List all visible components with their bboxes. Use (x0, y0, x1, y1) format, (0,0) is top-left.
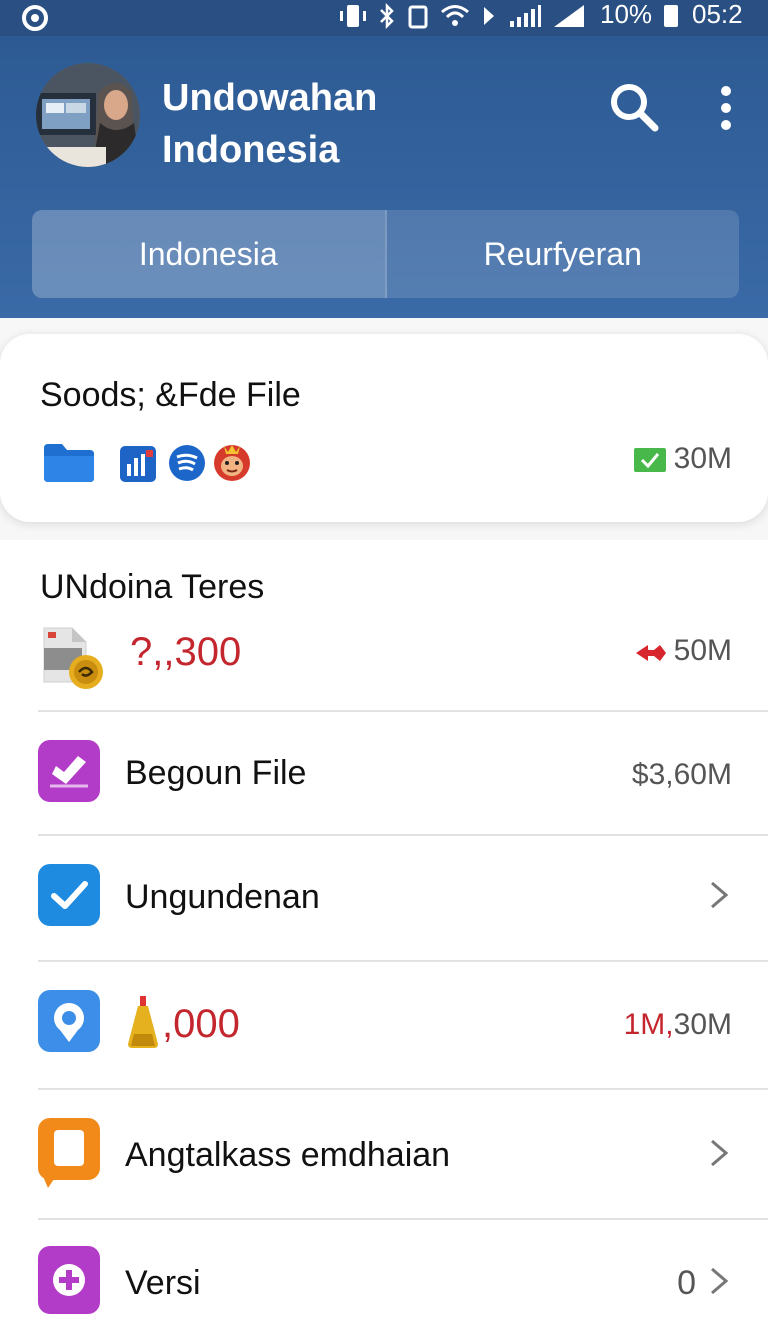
wifi-icon (440, 3, 470, 34)
card-title: Soods; &Fde File (40, 376, 301, 414)
record-icon (22, 5, 48, 31)
document-coin-icon (42, 626, 104, 692)
data-icon (480, 3, 498, 34)
check-mail-icon (634, 448, 666, 472)
spotify-icon (168, 444, 206, 482)
file-size: 30M (673, 442, 732, 475)
bottle-icon (124, 994, 162, 1050)
red-arrow-icon (634, 642, 668, 664)
list-item-angtalkass[interactable]: Angtalkass emdhaian (0, 1090, 768, 1218)
title-line-2: Indonesia (162, 129, 340, 171)
edit-icon (38, 740, 100, 802)
title-line-1: Undowahan (162, 77, 378, 119)
row-value-size: 30M (673, 1008, 732, 1041)
rotate-icon (406, 3, 430, 34)
maps-icon (38, 990, 100, 1052)
plus-icon (38, 1246, 100, 1314)
row-label: Begoun File (125, 754, 307, 792)
monkey-icon (212, 442, 252, 482)
row-label: Ungundenan (125, 878, 320, 916)
row-value: $3,60M (631, 758, 732, 791)
chevron-right-icon (706, 1266, 732, 1296)
row-value: 1M,30M (624, 1008, 732, 1042)
message-icon (38, 1118, 100, 1188)
file-summary-card[interactable]: Soods; &Fde File 30M (0, 334, 768, 522)
row-label: ,000 (162, 1002, 240, 1046)
chart-icon (120, 446, 156, 482)
folder-icon (42, 442, 96, 482)
clock: 05:2 (692, 0, 743, 29)
search-button[interactable] (607, 80, 663, 136)
bluetooth-icon (378, 2, 396, 34)
version-count: 0 (677, 1264, 696, 1302)
chevron-right-icon (706, 880, 732, 910)
file-size: 50M (673, 634, 732, 667)
more-vert-icon (721, 86, 731, 96)
battery-percent: 10% (600, 0, 653, 29)
avatar[interactable] (36, 63, 140, 167)
file-list: UNdoina Teres ?,,300 50M Begoun File $3,… (0, 540, 768, 1344)
signal-weak-icon (508, 3, 542, 34)
row-label: Versi (125, 1264, 201, 1302)
check-icon (38, 864, 100, 926)
vibrate-icon (338, 3, 368, 34)
tab-indonesia[interactable]: Indonesia (32, 210, 385, 298)
more-vert-dot (721, 120, 731, 130)
section-title: UNdoina Teres (40, 568, 265, 606)
more-vert-dot (721, 103, 731, 113)
list-item-ungundenan[interactable]: Ungundenan (0, 836, 768, 960)
tab-bar: Indonesia Reurfyeran (32, 210, 739, 298)
list-item-begoun-file[interactable]: Begoun File $3,60M (0, 712, 768, 834)
row-label: Angtalkass emdhaian (125, 1136, 451, 1174)
status-bar: 10% 05:2 (0, 0, 768, 36)
battery-icon (664, 5, 678, 27)
app-header: Undowahan Indonesia Indonesia Reurfyeran (0, 36, 768, 318)
list-item-maps[interactable]: ,000 1M,30M (0, 962, 768, 1088)
more-options-button[interactable] (706, 82, 746, 134)
signal-icon (552, 3, 586, 34)
search-icon (611, 84, 659, 132)
row-value-red: 1M, (623, 1008, 674, 1041)
tab-reurfyeran[interactable]: Reurfyeran (384, 210, 739, 298)
chevron-right-icon (706, 1138, 732, 1168)
list-item-versi[interactable]: Versi 0 (0, 1220, 768, 1344)
page-title: Undowahan Indonesia (162, 72, 377, 176)
status-icons (338, 2, 586, 34)
list-item-undoina[interactable]: UNdoina Teres ?,,300 50M (0, 540, 768, 712)
value-amount: ?,,300 (130, 630, 242, 674)
